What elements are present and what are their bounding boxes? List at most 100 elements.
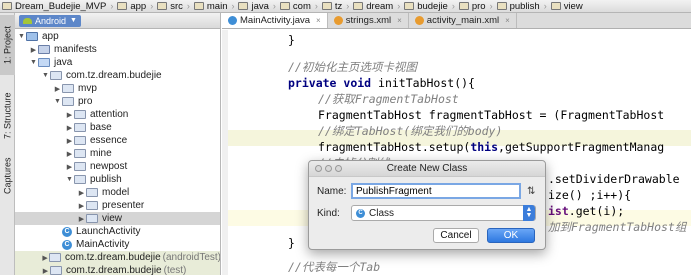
tree-item[interactable]: ▶ presenter (15, 199, 220, 212)
collapse-arrow-icon[interactable]: ▶ (53, 85, 62, 93)
kind-select[interactable]: C Class ▲ ▼ (351, 205, 536, 221)
editor-tab[interactable]: activity_main.xml × (409, 13, 517, 28)
folder-icon (321, 2, 332, 10)
package-icon (62, 97, 74, 106)
tree-item-label: LaunchActivity (76, 226, 141, 237)
collapse-arrow-icon[interactable]: ▶ (41, 254, 49, 262)
breadcrumb-separator-icon: › (186, 1, 190, 11)
sort-arrows-icon[interactable]: ⇅ (527, 186, 535, 197)
tree-item[interactable]: ▶ com.tz.dream.budejie (test) (15, 264, 220, 275)
breadcrumb-item[interactable]: budejie › (402, 1, 457, 12)
collapse-arrow-icon[interactable]: ▶ (77, 189, 86, 197)
breadcrumb-item[interactable]: tz › (320, 1, 351, 12)
tree-item[interactable]: ▼ com.tz.dream.budejie (15, 69, 220, 82)
breadcrumb-item[interactable]: main › (192, 1, 237, 12)
class-name-input[interactable] (351, 183, 521, 199)
folder-icon (2, 2, 12, 10)
tree-item[interactable]: C LaunchActivity (15, 225, 220, 238)
tree-item[interactable]: ▶ essence (15, 134, 220, 147)
tree-item[interactable]: ▶ base (15, 121, 220, 134)
package-icon (74, 123, 86, 132)
collapse-arrow-icon[interactable]: ▶ (29, 46, 38, 54)
breadcrumb-item[interactable]: Dream_Budejie_MVP › (0, 1, 115, 12)
collapse-arrow-icon[interactable]: ▶ (77, 202, 86, 210)
tree-item-label: com.tz.dream.budejie (66, 265, 162, 275)
breadcrumb-separator-icon: › (272, 1, 276, 11)
expand-arrow-icon[interactable]: ▼ (41, 72, 50, 79)
tool-window-strip: 1: Project 7: Structure Captures (0, 13, 15, 275)
project-panel: Android ▼ ▼ app ▶ manifests ▼ java ▼ com.tz.dre… (15, 13, 221, 275)
tree-item-label: com.tz.dream.budejie (65, 252, 161, 263)
breadcrumb-item[interactable]: com › (278, 1, 320, 12)
breadcrumb-item[interactable]: java › (236, 1, 277, 12)
breadcrumb-separator-icon: › (489, 1, 493, 11)
window-zoom-button[interactable] (335, 165, 342, 172)
tree-item[interactable]: ▶ model (15, 186, 220, 199)
project-view-label: Android (35, 15, 67, 26)
tree-item[interactable]: ▶ mvp (15, 82, 220, 95)
breadcrumb-item[interactable]: publish › (495, 1, 549, 12)
collapse-arrow-icon[interactable]: ▶ (77, 215, 86, 223)
tree-item[interactable]: ▶ newpost (15, 160, 220, 173)
collapse-arrow-icon[interactable]: ▶ (65, 111, 74, 119)
window-close-button[interactable] (315, 165, 322, 172)
captures-tool-tab[interactable]: Captures (0, 153, 15, 199)
breadcrumb-label: publish (509, 0, 540, 12)
tree-item[interactable]: ▼ publish (15, 173, 220, 186)
tree-item-label: MainActivity (76, 239, 130, 250)
expand-arrow-icon[interactable]: ▼ (53, 98, 62, 105)
breadcrumb-label: view (563, 0, 583, 12)
tree-item-label: newpost (90, 161, 128, 172)
cancel-button[interactable]: Cancel (433, 228, 479, 243)
code-line: //代表每一个Tab (288, 260, 381, 274)
window-minimize-button[interactable] (325, 165, 332, 172)
dialog-title: Create New Class (386, 163, 468, 174)
project-tool-tab[interactable]: 1: Project (0, 15, 15, 75)
collapse-arrow-icon[interactable]: ▶ (65, 163, 74, 171)
structure-tool-tab[interactable]: 7: Structure (0, 83, 15, 149)
navigation-breadcrumb: Dream_Budejie_MVP › app › src › main › java › com ›… (0, 0, 691, 13)
collapse-arrow-icon[interactable]: ▶ (65, 137, 74, 145)
close-icon[interactable]: × (316, 16, 321, 25)
ok-button[interactable]: OK (487, 228, 535, 243)
tree-item[interactable]: ▶ view (15, 212, 220, 225)
expand-arrow-icon[interactable]: ▼ (17, 33, 26, 40)
tree-item[interactable]: ▶ com.tz.dream.budejie (androidTest) (15, 251, 220, 264)
tree-item[interactable]: ▼ pro (15, 95, 220, 108)
editor-tab[interactable]: strings.xml × (328, 13, 409, 28)
package-icon (74, 110, 86, 119)
package-icon (50, 71, 62, 80)
breadcrumb-item[interactable]: dream › (351, 1, 402, 12)
xml-file-icon (414, 16, 424, 25)
kind-selected-value: Class (369, 207, 395, 219)
expand-arrow-icon[interactable]: ▼ (29, 59, 38, 66)
select-stepper-icon[interactable]: ▲ ▼ (523, 205, 535, 221)
tree-item-label: app (42, 31, 59, 42)
project-view-selector[interactable]: Android ▼ (19, 14, 81, 27)
tree-item[interactable]: ▼ java (15, 56, 220, 69)
collapse-arrow-icon[interactable]: ▶ (65, 150, 74, 158)
tree-item[interactable]: ▶ attention (15, 108, 220, 121)
breadcrumb-item[interactable]: app › (115, 1, 155, 12)
tree-item-label: java (54, 57, 73, 68)
tree-item[interactable]: ▶ manifests (15, 43, 220, 56)
expand-arrow-icon[interactable]: ▼ (65, 176, 74, 183)
tree-item[interactable]: ▼ app (15, 30, 220, 43)
breadcrumb-item[interactable]: src › (155, 1, 192, 12)
tree-item[interactable]: C MainActivity (15, 238, 220, 251)
close-icon[interactable]: × (397, 16, 402, 25)
class-icon: C (62, 239, 72, 250)
breadcrumb-item[interactable]: view (549, 1, 585, 12)
editor-tab[interactable]: MainActivity.java × (222, 13, 328, 28)
code-line: fragmentTabHost.setup(this,getSupportFra… (318, 140, 665, 154)
folder-icon (117, 2, 128, 10)
tree-item-label: presenter (102, 200, 145, 211)
collapse-arrow-icon[interactable]: ▶ (65, 124, 74, 132)
collapse-arrow-icon[interactable]: ▶ (41, 267, 50, 275)
tree-item[interactable]: ▶ mine (15, 147, 220, 160)
code-line: //绑定TabHost(绑定我们的body) (318, 124, 503, 138)
breadcrumb-item[interactable]: pro › (457, 1, 495, 12)
code-line: } (288, 33, 295, 47)
close-icon[interactable]: × (505, 16, 510, 25)
package-icon (86, 201, 98, 210)
